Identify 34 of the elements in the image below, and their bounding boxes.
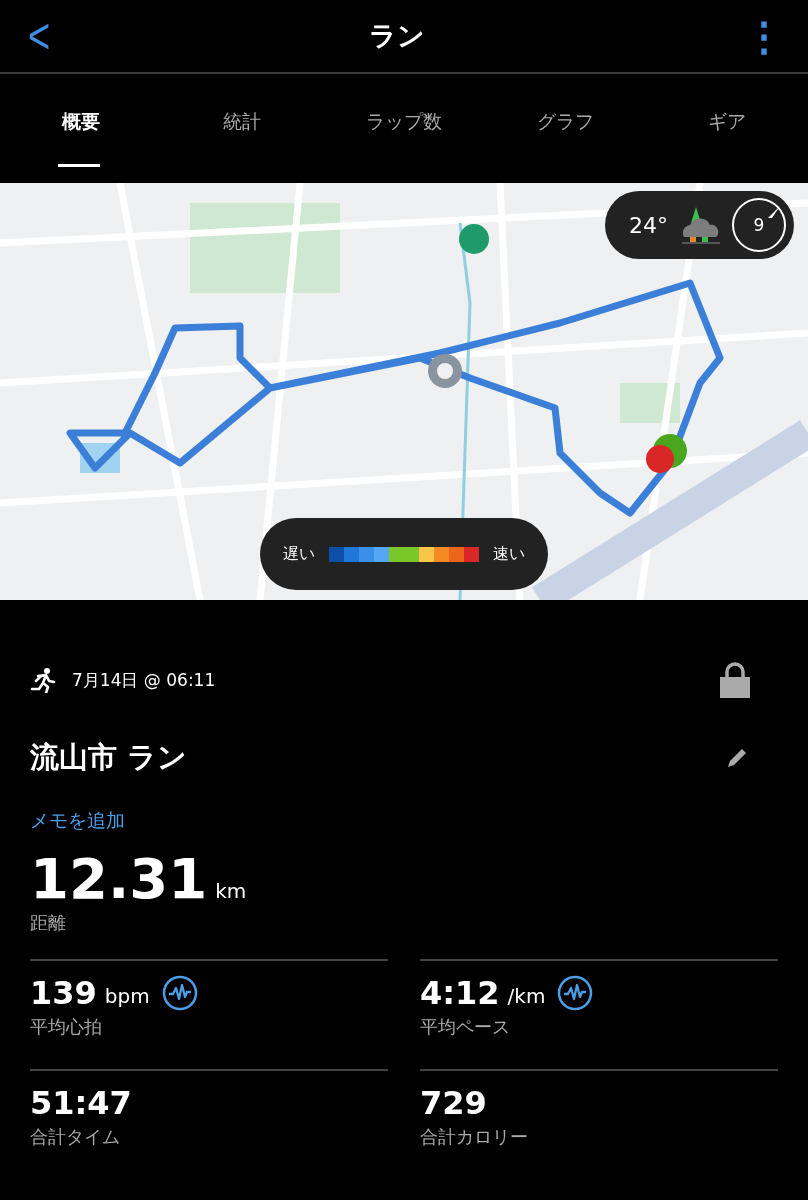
stat-label: 平均ペース — [420, 1014, 511, 1039]
temperature: 24° — [629, 212, 668, 238]
stat-label: 平均心拍 — [30, 1014, 103, 1039]
lock-icon[interactable] — [720, 662, 750, 698]
tab[interactable]: ギア — [646, 74, 808, 169]
screen-title: ラン — [369, 19, 426, 53]
tab[interactable]: 概要 — [0, 74, 162, 169]
add-note-link[interactable]: メモを追加 — [30, 808, 778, 834]
stat-value: 4:12 — [420, 973, 500, 1012]
wind-speed: 9 — [753, 215, 765, 235]
stat-label: 合計タイム — [30, 1124, 121, 1149]
tab[interactable]: ラップ数 — [323, 74, 485, 169]
stat-value: 139 — [30, 973, 97, 1012]
legend-label: 速い — [493, 543, 525, 565]
distance-unit: km — [215, 879, 247, 903]
tab[interactable]: グラフ — [484, 74, 647, 169]
wind-direction-icon — [768, 206, 780, 218]
pulse-icon[interactable] — [161, 974, 198, 1011]
pulse-icon[interactable] — [557, 974, 594, 1011]
back-button[interactable]: < — [28, 11, 51, 61]
pencil-icon[interactable] — [726, 747, 748, 769]
tab[interactable]: 統計 — [161, 74, 324, 169]
runner-icon — [30, 667, 56, 693]
stat-value: 51:47 — [30, 1083, 132, 1122]
distance-value: 12.31 — [30, 850, 208, 909]
stat-unit: /km — [507, 983, 546, 1008]
stat-label: 合計カロリー — [420, 1124, 529, 1149]
stat-label: 距離 — [30, 910, 67, 935]
stat-unit: bpm — [104, 983, 150, 1008]
activity-title: 流山市 ラン — [30, 739, 188, 776]
more-menu-button[interactable]: ⋮ — [744, 16, 784, 56]
activity-date: 7月14日 @ 06:11 — [72, 668, 216, 692]
stat-value: 729 — [420, 1083, 487, 1122]
legend-label: 遅い — [283, 543, 315, 565]
